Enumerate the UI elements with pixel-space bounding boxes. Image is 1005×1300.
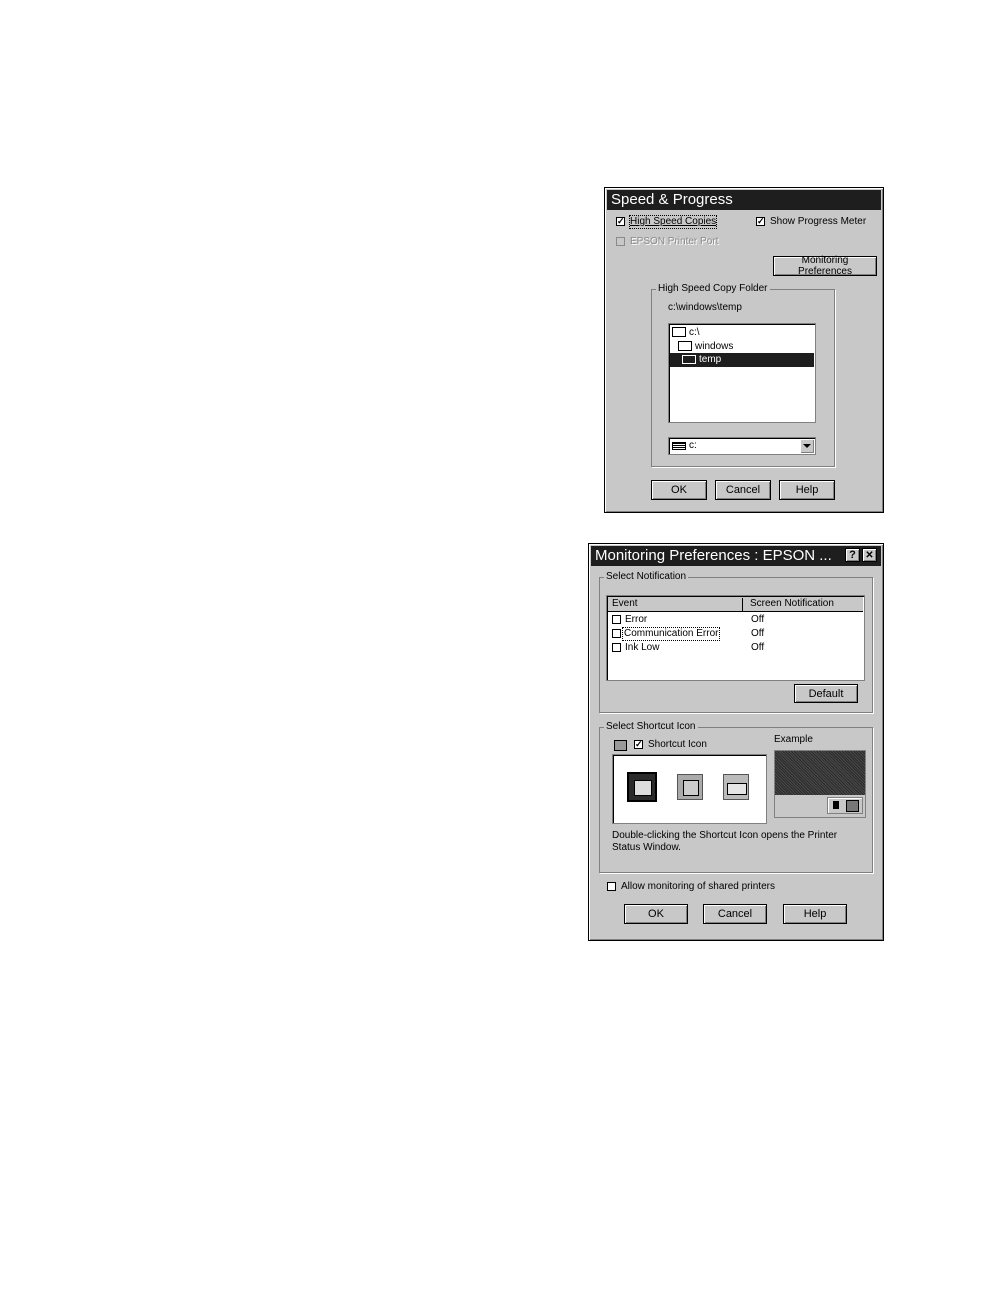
- printer-side-icon[interactable]: [723, 774, 749, 800]
- folder-tree-item-selected[interactable]: temp: [670, 353, 814, 367]
- example-preview: [774, 750, 866, 818]
- event-label: Error: [625, 614, 648, 625]
- close-icon[interactable]: ✕: [862, 548, 877, 562]
- event-label: Ink Low: [625, 642, 660, 653]
- speaker-icon: [833, 801, 839, 809]
- row-checkbox[interactable]: [612, 615, 621, 624]
- table-row[interactable]: Error Off: [609, 613, 862, 627]
- icon-selector[interactable]: [612, 754, 767, 824]
- show-progress-meter-checkbox[interactable]: ✓: [756, 217, 765, 226]
- folder-label: c:\: [689, 327, 700, 338]
- help-button[interactable]: Help: [779, 480, 835, 500]
- printer-box-shape: [683, 780, 699, 796]
- dialog-title-text: Monitoring Preferences : EPSON ...: [595, 547, 832, 564]
- folder-label: temp: [699, 354, 722, 365]
- cancel-button-label: Cancel: [717, 908, 753, 920]
- table-row[interactable]: Ink Low Off: [609, 641, 862, 655]
- dropdown-button[interactable]: [800, 439, 814, 453]
- folder-open-icon: [672, 327, 686, 338]
- column-header-event[interactable]: Event: [612, 598, 743, 611]
- ok-button-label: OK: [648, 908, 664, 920]
- dialog-title: Monitoring Preferences : EPSON ...: [591, 546, 881, 566]
- ok-button[interactable]: OK: [651, 480, 707, 500]
- cancel-button[interactable]: Cancel: [703, 904, 767, 924]
- default-button-label: Default: [808, 687, 844, 700]
- current-path-label: c:\windows\temp: [668, 302, 742, 313]
- select-notification-title: Select Notification: [604, 571, 689, 583]
- folder-label: windows: [695, 341, 734, 352]
- cancel-button[interactable]: Cancel: [715, 480, 771, 500]
- printer-box-icon[interactable]: [677, 774, 703, 800]
- description-text: Double-clicking the Shortcut Icon opens …: [612, 830, 838, 853]
- shortcut-icon-checkbox[interactable]: ✓: [634, 740, 643, 749]
- printer-side-shape: [727, 783, 747, 795]
- default-button[interactable]: Default: [794, 684, 858, 703]
- notification-value: Off: [751, 642, 765, 653]
- folder-tree[interactable]: c:\ windows temp: [668, 323, 816, 423]
- example-desktop: [775, 751, 865, 795]
- folder-open-icon: [678, 341, 692, 352]
- printer-shape: [634, 780, 652, 796]
- column-header-screen-notification[interactable]: Screen Notification: [750, 598, 834, 610]
- high-speed-copy-folder-group: High Speed Copy Folder c:\windows\temp c…: [651, 283, 835, 467]
- example-label: Example: [774, 734, 813, 745]
- select-shortcut-title: Select Shortcut Icon: [604, 721, 698, 733]
- table-header: Event Screen Notification: [608, 597, 863, 612]
- row-checkbox[interactable]: [612, 629, 621, 638]
- epson-printer-port-label: EPSON Printer Port: [630, 236, 719, 247]
- folder-tree-item[interactable]: c:\: [672, 326, 700, 339]
- speed-progress-dialog: Speed & Progress ✓ High Speed Copies ✓ S…: [604, 187, 884, 513]
- tray-area: [827, 797, 863, 814]
- chevron-down-icon: [803, 444, 811, 448]
- dialog-title: Speed & Progress: [607, 190, 881, 210]
- drive-value: c:: [689, 440, 697, 451]
- folder-group-title: High Speed Copy Folder: [656, 283, 770, 295]
- row-checkbox[interactable]: [612, 643, 621, 652]
- drive-icon: [672, 442, 686, 450]
- printer-icon[interactable]: [627, 772, 657, 802]
- drive-select[interactable]: c:: [668, 437, 816, 455]
- event-label: Communication Error: [621, 627, 721, 641]
- shortcut-icon-label[interactable]: Shortcut Icon: [648, 739, 707, 751]
- high-speed-copies-checkbox[interactable]: ✓: [616, 217, 625, 226]
- allow-shared-label[interactable]: Allow monitoring of shared printers: [621, 881, 775, 893]
- epson-printer-port-checkbox: [616, 237, 625, 246]
- help-button[interactable]: Help: [783, 904, 847, 924]
- help-icon[interactable]: ?: [845, 548, 860, 562]
- show-progress-meter-label[interactable]: Show Progress Meter: [770, 216, 866, 228]
- table-row[interactable]: Communication Error Off: [609, 627, 862, 641]
- ok-button[interactable]: OK: [624, 904, 688, 924]
- notification-value: Off: [751, 628, 765, 639]
- folder-tree-item[interactable]: windows: [678, 340, 733, 353]
- select-notification-group: Select Notification Event Screen Notific…: [599, 571, 873, 713]
- printer-small-icon: [614, 740, 627, 751]
- allow-shared-checkbox[interactable]: [607, 882, 616, 891]
- monitoring-preferences-dialog: Monitoring Preferences : EPSON ... ? ✕ S…: [588, 543, 884, 941]
- notification-table: Event Screen Notification Error Off Comm…: [606, 595, 865, 681]
- select-shortcut-icon-group: Select Shortcut Icon ✓ Shortcut Icon Exa…: [599, 721, 873, 873]
- folder-open-icon: [682, 354, 696, 364]
- high-speed-copies-label[interactable]: High Speed Copies: [628, 215, 718, 229]
- notification-value: Off: [751, 614, 765, 625]
- help-button-label: Help: [803, 908, 827, 920]
- monitoring-preferences-button[interactable]: Monitoring Preferences: [773, 255, 877, 277]
- printer-tray-icon: [846, 800, 859, 812]
